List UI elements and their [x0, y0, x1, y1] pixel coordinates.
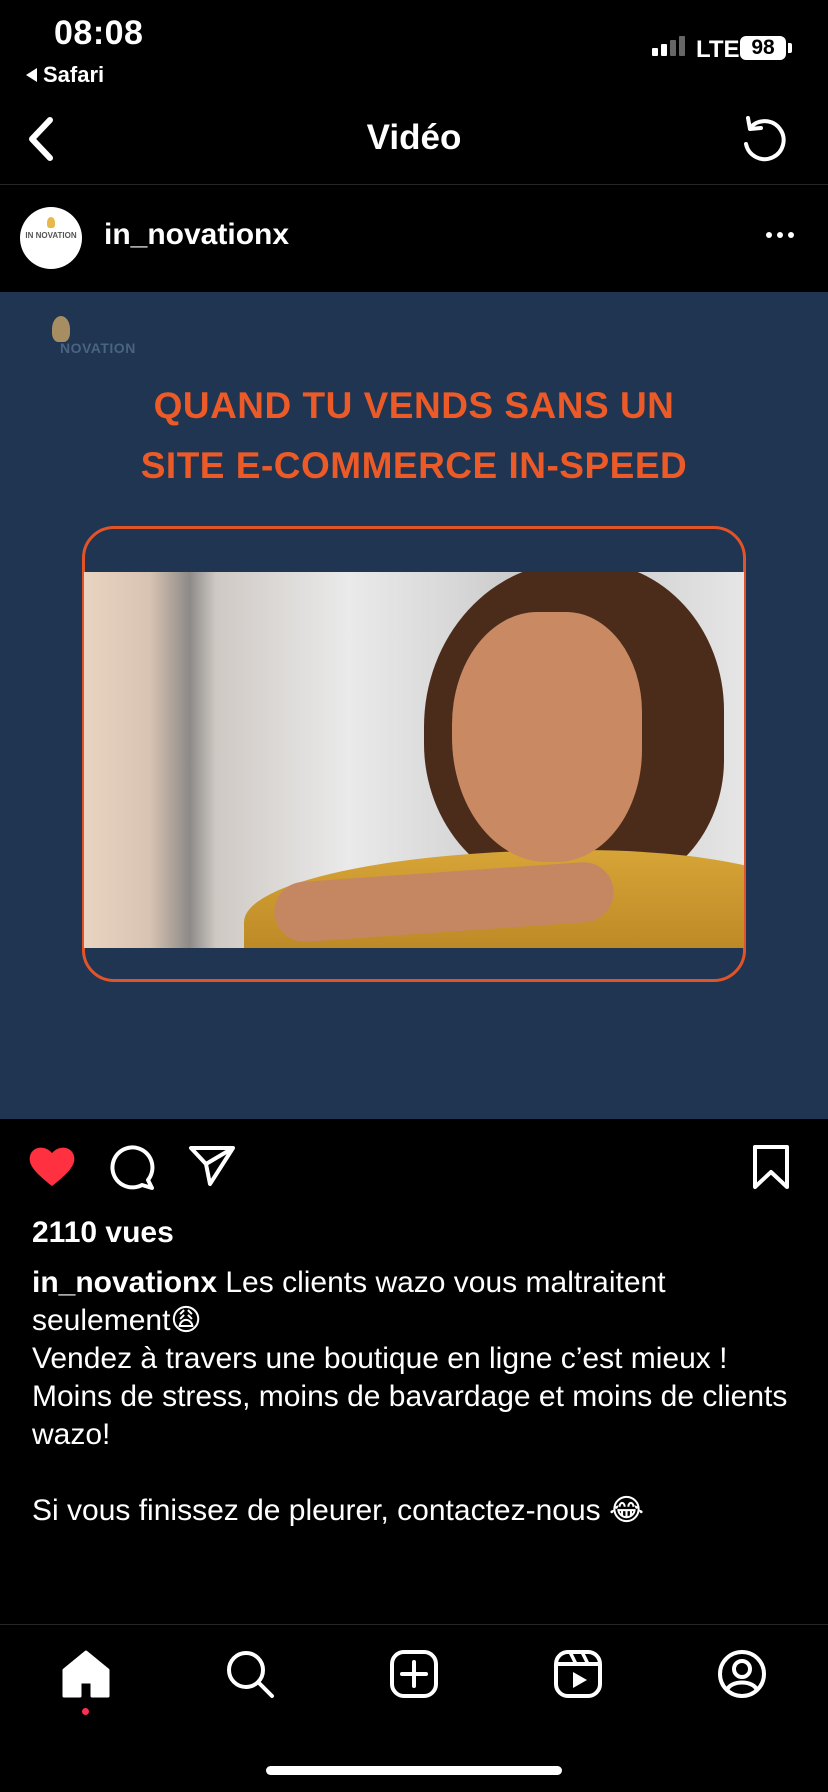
view-count: 2110 vues: [32, 1216, 174, 1249]
back-triangle-icon: [26, 68, 37, 82]
heart-icon[interactable]: [28, 1144, 76, 1188]
page-title: Vidéo: [366, 118, 462, 157]
home-indicator[interactable]: [266, 1766, 562, 1775]
active-tab-dot: [82, 1708, 89, 1715]
tabbar-divider: [0, 1624, 828, 1625]
status-time: 08:08: [54, 14, 144, 52]
headline-line-2: SITE E-COMMERCE IN-SPEED: [140, 445, 688, 486]
network-label: LTE: [696, 36, 740, 63]
avatar-logo-text: IN NOVATION: [25, 231, 77, 240]
bulb-icon: [52, 316, 70, 342]
video-watermark-logo: NOVATION: [40, 312, 160, 372]
create-icon[interactable]: [388, 1648, 440, 1700]
profile-icon[interactable]: [716, 1648, 768, 1700]
back-to-app-link[interactable]: Safari: [26, 62, 104, 88]
more-options-icon[interactable]: [766, 232, 794, 238]
caption-spacer: [32, 1454, 802, 1492]
post-username[interactable]: in_novationx: [104, 218, 289, 252]
bookmark-icon[interactable]: [750, 1144, 792, 1190]
video-headline: QUAND TU VENDS SANS UN SITE E-COMMERCE I…: [0, 376, 828, 496]
video-photo-woman: [84, 572, 744, 948]
home-icon[interactable]: [60, 1648, 112, 1700]
battery-icon: 98: [740, 36, 786, 60]
caption-line-4: Si vous finissez de pleurer, contactez-n…: [32, 1494, 645, 1527]
caption-line-3: Moins de stress, moins de bavardage et m…: [32, 1380, 788, 1451]
watermark-text: NOVATION: [60, 340, 136, 356]
back-app-label: Safari: [43, 62, 105, 87]
share-icon[interactable]: [188, 1144, 236, 1188]
battery-tip: [788, 43, 792, 53]
headline-line-1: QUAND TU VENDS SANS UN: [153, 385, 675, 426]
refresh-icon[interactable]: [738, 114, 790, 166]
search-icon[interactable]: [224, 1648, 276, 1700]
signal-strength-icon: [652, 36, 685, 56]
post-caption: in_novationx Les clients wazo vous maltr…: [32, 1264, 802, 1530]
photo-face: [452, 612, 642, 862]
header-divider: [0, 184, 828, 185]
avatar[interactable]: IN NOVATION: [20, 207, 82, 269]
caption-line-2: Vendez à travers une boutique en ligne c…: [32, 1342, 728, 1375]
caption-username[interactable]: in_novationx: [32, 1266, 217, 1299]
video-player[interactable]: NOVATION QUAND TU VENDS SANS UN SITE E-C…: [0, 292, 828, 1119]
comment-icon[interactable]: [108, 1144, 156, 1192]
bulb-logo-icon: [47, 217, 55, 228]
reels-icon[interactable]: [552, 1648, 604, 1700]
